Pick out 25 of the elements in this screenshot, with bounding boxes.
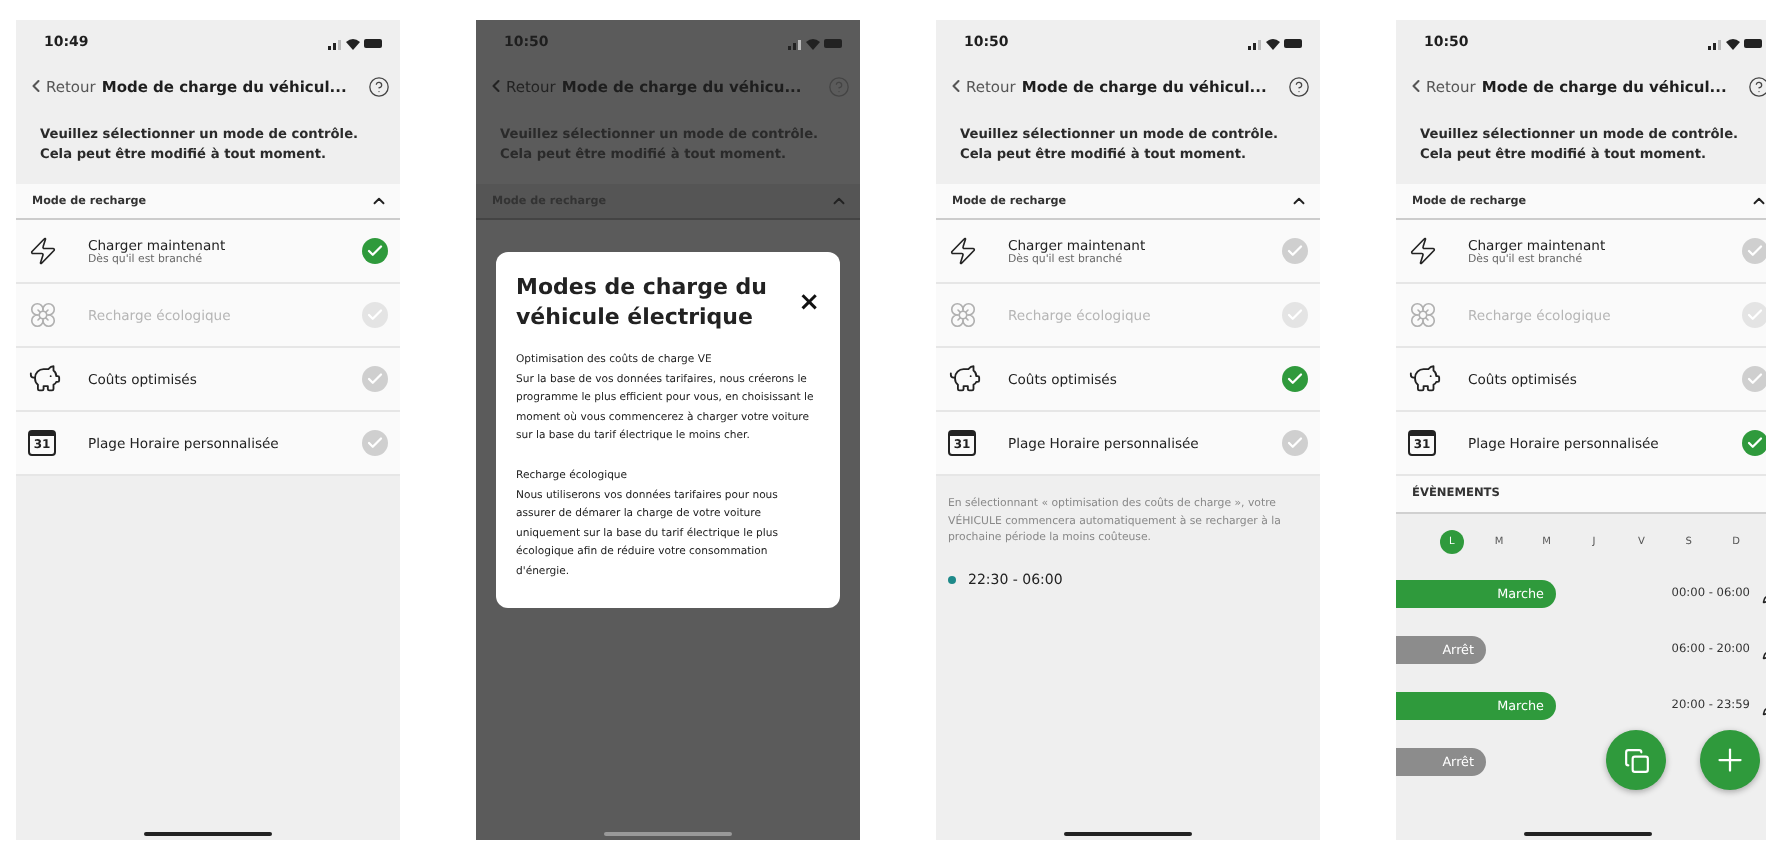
lightning-icon <box>948 236 978 266</box>
close-button[interactable]: × <box>798 287 820 317</box>
piggy-bank-icon <box>28 362 62 396</box>
status-icons <box>328 35 384 49</box>
chevron-up-icon <box>830 192 848 210</box>
copy-icon <box>1623 747 1649 773</box>
flower-icon <box>28 300 58 330</box>
piggy-bank-icon <box>948 362 982 396</box>
status-icons <box>1248 35 1304 49</box>
add-button[interactable] <box>1700 730 1760 790</box>
help-icon[interactable] <box>1748 75 1766 97</box>
chevron-up-icon <box>370 192 388 210</box>
chevron-up-icon <box>1290 192 1308 210</box>
lightning-icon <box>28 236 58 266</box>
copy-button[interactable] <box>1606 730 1666 790</box>
flower-icon <box>948 300 978 330</box>
status-icons <box>1708 35 1764 49</box>
flower-icon <box>1408 300 1438 330</box>
help-icon[interactable] <box>368 75 390 97</box>
help-icon[interactable] <box>1288 75 1310 97</box>
status-icons <box>788 35 844 49</box>
chevron-up-icon <box>1750 192 1766 210</box>
lightning-icon <box>1408 236 1438 266</box>
dialog-title: Modes de charge du véhicule électrique <box>516 272 769 332</box>
piggy-bank-icon <box>1408 362 1442 396</box>
